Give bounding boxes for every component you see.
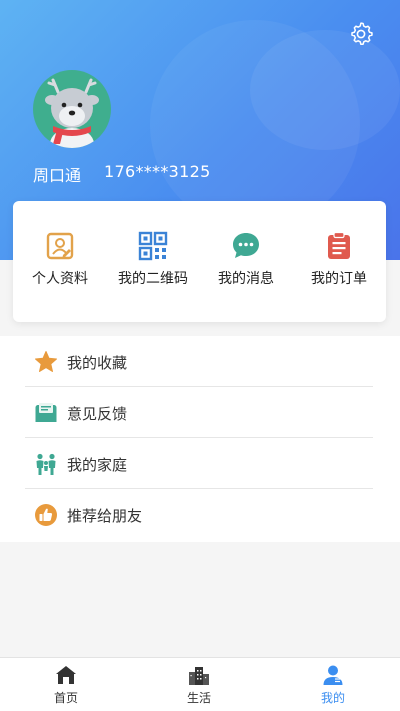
menu-item-feedback[interactable]: 意见反馈: [25, 387, 373, 438]
city-icon: [188, 664, 210, 686]
order-icon: [324, 231, 354, 261]
tab-home-label: 首页: [53, 691, 78, 705]
qr-code-icon: [138, 231, 168, 261]
settings-gear-icon[interactable]: [348, 21, 374, 47]
user-phone: 176****3125: [104, 162, 211, 181]
menu-item-favorites[interactable]: 我的收藏: [25, 336, 373, 387]
tab-life[interactable]: 生活: [149, 658, 249, 711]
profile-info-label: 个人资料: [32, 271, 88, 287]
message-icon: [231, 231, 261, 261]
profile-info-button[interactable]: 个人资料: [14, 231, 106, 288]
menu-item-label: 推荐给朋友: [67, 507, 143, 525]
orders-button[interactable]: 我的订单: [293, 231, 385, 288]
header-decoration: [250, 30, 400, 150]
tab-mine-label: 我的: [320, 691, 345, 705]
quick-actions-card: 个人资料 我的二维码 我的消息 我的订单: [13, 201, 386, 322]
user-name: 周口通: [33, 166, 82, 185]
user-icon: [322, 664, 344, 686]
feedback-icon: [34, 401, 58, 425]
tab-life-label: 生活: [186, 691, 211, 705]
menu-item-label: 我的家庭: [67, 456, 128, 474]
home-icon: [55, 664, 77, 686]
messages-label: 我的消息: [218, 271, 274, 287]
menu-item-label: 意见反馈: [67, 405, 128, 423]
menu-list: 我的收藏 意见反馈 我的家庭 推荐给朋友: [0, 336, 400, 542]
orders-label: 我的订单: [311, 271, 367, 287]
avatar[interactable]: [33, 70, 111, 148]
qr-code-label: 我的二维码: [118, 271, 188, 287]
thumbs-up-icon: [34, 503, 58, 527]
menu-item-recommend[interactable]: 推荐给朋友: [25, 489, 373, 540]
tab-mine[interactable]: 我的: [283, 658, 383, 711]
star-icon: [34, 350, 58, 374]
menu-item-family[interactable]: 我的家庭: [25, 438, 373, 489]
menu-item-label: 我的收藏: [67, 354, 128, 372]
messages-button[interactable]: 我的消息: [200, 231, 292, 288]
family-icon: [34, 452, 58, 476]
profile-edit-icon: [45, 231, 75, 261]
bottom-tab-bar: 首页 生活 我的: [0, 657, 400, 711]
qr-code-button[interactable]: 我的二维码: [107, 231, 199, 288]
tab-home[interactable]: 首页: [16, 658, 116, 711]
